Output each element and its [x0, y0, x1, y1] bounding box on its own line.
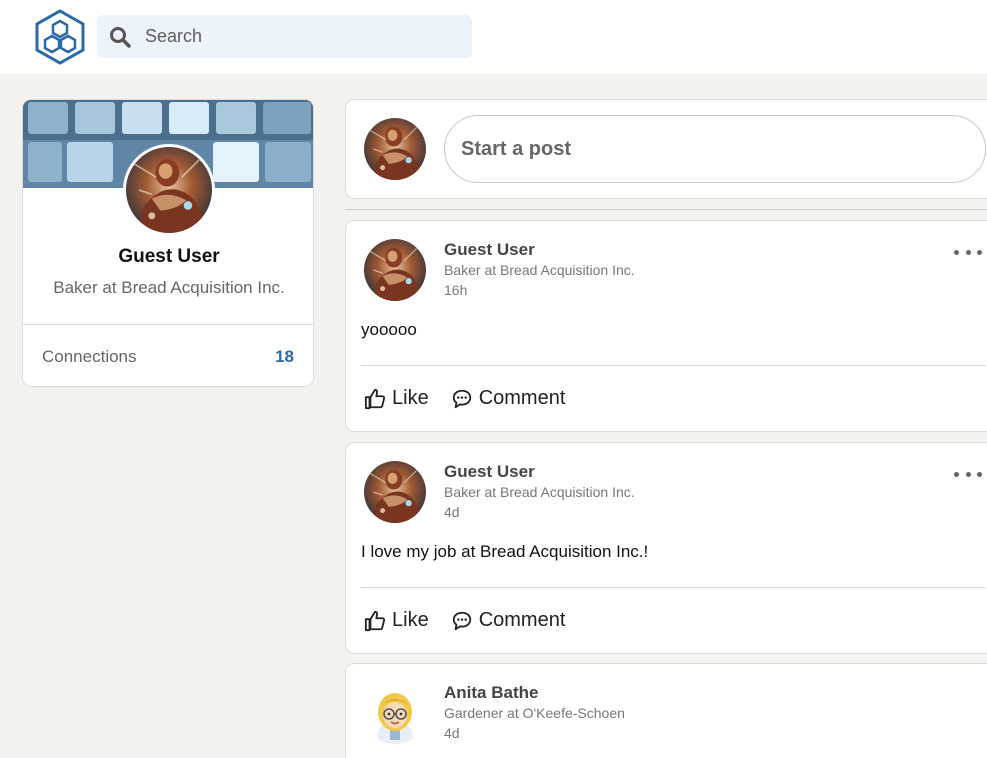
post-timestamp: 16h — [444, 282, 468, 298]
post-divider — [361, 587, 986, 588]
post-author-name[interactable]: Guest User — [444, 462, 535, 482]
more-options-icon[interactable] — [954, 467, 982, 481]
post-timestamp: 4d — [444, 725, 460, 741]
like-label: Like — [392, 387, 429, 409]
profile-name[interactable]: Guest User — [23, 246, 313, 268]
post-author-avatar[interactable] — [364, 682, 426, 744]
comment-button[interactable]: Comment — [451, 387, 566, 410]
feed-divider — [345, 209, 987, 210]
search-bar[interactable] — [97, 15, 472, 58]
top-navigation-bar — [0, 0, 987, 74]
post-content: I love my job at Bread Acquisition Inc.! — [361, 542, 649, 561]
thumbs-up-icon — [364, 388, 386, 410]
like-button[interactable]: Like — [364, 609, 429, 632]
connections-label[interactable]: Connections — [42, 347, 137, 367]
connections-count[interactable]: 18 — [275, 347, 294, 367]
more-options-icon[interactable] — [954, 245, 982, 259]
profile-avatar[interactable] — [123, 144, 215, 236]
search-input[interactable] — [145, 15, 455, 58]
hexagon-logo-icon[interactable] — [34, 9, 86, 65]
post-card: Anita Bathe Gardener at O'Keefe-Schoen 4… — [345, 663, 987, 758]
post-author-avatar[interactable] — [364, 239, 426, 301]
comment-label: Comment — [478, 387, 566, 409]
composer-avatar — [364, 118, 426, 180]
post-actions: Like Comment — [364, 387, 565, 410]
post-author-name[interactable]: Anita Bathe — [444, 683, 538, 703]
post-actions: Like Comment — [364, 609, 565, 632]
profile-card: Guest User Baker at Bread Acquisition In… — [22, 99, 314, 387]
comment-icon — [451, 610, 473, 632]
post-author-name[interactable]: Guest User — [444, 240, 535, 260]
comment-icon — [451, 388, 473, 410]
profile-title: Baker at Bread Acquisition Inc. — [53, 278, 285, 297]
start-post-input[interactable]: Start a post — [444, 115, 986, 183]
post-card: Guest User Baker at Bread Acquisition In… — [345, 442, 987, 654]
search-icon — [109, 26, 131, 48]
post-timestamp: 4d — [444, 504, 460, 520]
post-author-avatar[interactable] — [364, 461, 426, 523]
comment-button[interactable]: Comment — [451, 609, 566, 632]
post-composer: Start a post — [345, 99, 987, 199]
post-card: Guest User Baker at Bread Acquisition In… — [345, 220, 987, 432]
post-divider — [361, 365, 986, 366]
like-label: Like — [392, 609, 429, 631]
thumbs-up-icon — [364, 610, 386, 632]
post-author-title: Baker at Bread Acquisition Inc. — [444, 484, 635, 500]
post-author-title: Baker at Bread Acquisition Inc. — [444, 262, 635, 278]
post-content: yooooo — [361, 320, 417, 339]
profile-divider — [23, 324, 313, 325]
comment-label: Comment — [478, 609, 566, 631]
post-author-title: Gardener at O'Keefe-Schoen — [444, 705, 625, 721]
like-button[interactable]: Like — [364, 387, 429, 410]
